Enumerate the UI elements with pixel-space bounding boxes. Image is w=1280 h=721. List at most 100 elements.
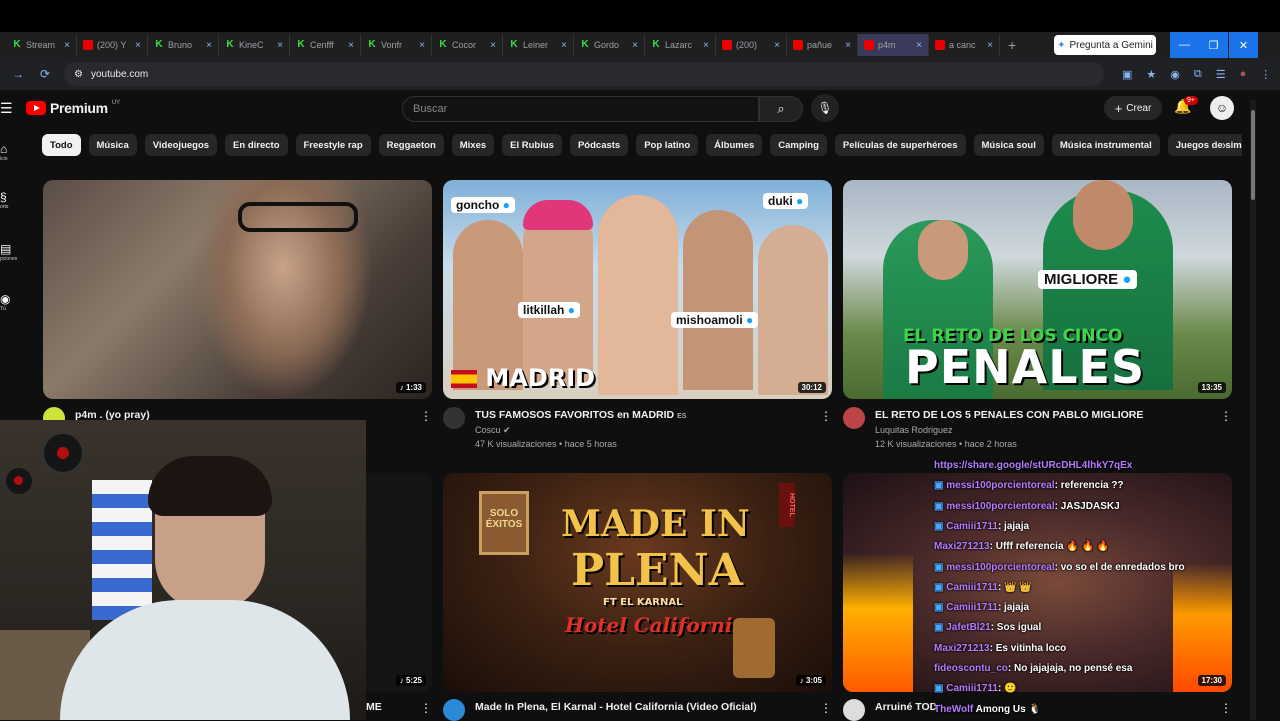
browser-tab[interactable]: K Lazarc × bbox=[645, 34, 716, 56]
sidebar-item[interactable]: ◉ Tú bbox=[0, 292, 24, 312]
chat-username[interactable]: Camiii1711 bbox=[946, 521, 998, 532]
close-tab-icon[interactable]: × bbox=[490, 40, 496, 51]
filter-chip[interactable]: En directo bbox=[225, 134, 288, 156]
channel-name[interactable]: Luquitas Rodriguez bbox=[875, 425, 953, 435]
channel-name[interactable]: Coscu ✔ bbox=[475, 425, 511, 436]
browser-tab[interactable]: p4m × bbox=[858, 34, 929, 56]
maximize-button[interactable]: ❐ bbox=[1199, 32, 1228, 58]
close-tab-icon[interactable]: × bbox=[419, 40, 425, 51]
chat-username[interactable]: fideoscontu_co bbox=[934, 663, 1008, 674]
chat-username[interactable]: Maxi271213 bbox=[934, 541, 990, 552]
filter-chip[interactable]: Mixes bbox=[451, 134, 495, 156]
channel-avatar[interactable] bbox=[443, 699, 465, 721]
browser-tab[interactable]: K Cenfff × bbox=[290, 34, 361, 56]
filter-chip[interactable]: Reggaeton bbox=[378, 134, 444, 156]
channel-avatar[interactable] bbox=[443, 407, 465, 429]
voice-search-button[interactable]: 🎙 bbox=[811, 94, 839, 122]
forward-icon[interactable]: → bbox=[12, 67, 28, 81]
sidebar-item[interactable]: ▤ pciones bbox=[0, 242, 24, 262]
video-title[interactable]: Made In Plena, El Karnal - Hotel Califor… bbox=[475, 701, 757, 713]
site-info-icon[interactable]: ⚙ bbox=[74, 69, 83, 80]
close-tab-icon[interactable]: × bbox=[561, 40, 567, 51]
close-tab-icon[interactable]: × bbox=[632, 40, 638, 51]
reload-icon[interactable]: ⟳ bbox=[40, 67, 56, 81]
filter-chip[interactable]: Pop latino bbox=[636, 134, 699, 156]
browser-tab[interactable]: K Bruno × bbox=[148, 34, 219, 56]
browser-tab[interactable]: K Stream × bbox=[6, 34, 77, 56]
filter-chip[interactable]: Música soul bbox=[973, 134, 1044, 156]
close-window-button[interactable]: ✕ bbox=[1229, 32, 1258, 58]
filter-chip[interactable]: Freestyle rap bbox=[295, 134, 371, 156]
browser-tab[interactable]: (200) × bbox=[716, 34, 787, 56]
channel-avatar[interactable] bbox=[843, 407, 865, 429]
filter-chip[interactable]: Juegos de simulación de bbox=[1167, 134, 1242, 156]
sidebar-item[interactable]: § orts bbox=[0, 190, 24, 210]
filter-chip[interactable]: Música bbox=[88, 134, 137, 156]
close-tab-icon[interactable]: × bbox=[987, 40, 993, 51]
filter-chip[interactable]: Pódcasts bbox=[569, 134, 629, 156]
close-tab-icon[interactable]: × bbox=[64, 40, 70, 51]
chevron-right-icon[interactable]: › bbox=[1222, 138, 1226, 152]
video-title[interactable]: TUS FAMOSOS FAVORITOS en MADRID ES bbox=[475, 409, 686, 421]
chat-username[interactable]: messi100porcientoreal bbox=[946, 501, 1054, 512]
chat-username[interactable]: Camiii1711 bbox=[946, 582, 998, 593]
avatar[interactable]: ☺ bbox=[1210, 96, 1234, 120]
reading-list-icon[interactable]: ☰ bbox=[1216, 68, 1226, 81]
chat-username[interactable]: Camiii1711 bbox=[946, 602, 998, 613]
browser-tab[interactable]: pañue × bbox=[787, 34, 858, 56]
more-options-icon[interactable]: ⋮ bbox=[1220, 409, 1232, 423]
chat-username[interactable]: JafetBl21 bbox=[946, 622, 990, 633]
bookmark-star-icon[interactable]: ★ bbox=[1146, 68, 1156, 81]
browser-tab[interactable]: K Leiner × bbox=[503, 34, 574, 56]
media-icon[interactable]: ◉ bbox=[1170, 68, 1180, 81]
close-tab-icon[interactable]: × bbox=[206, 40, 212, 51]
extensions-icon[interactable]: ⧉ bbox=[1194, 68, 1202, 81]
filter-chip[interactable]: El Rubius bbox=[502, 134, 562, 156]
video-thumbnail[interactable]: SOLO ÉXITOS HOTEL MADE IN PLENA FT EL KA… bbox=[443, 473, 832, 692]
chat-username[interactable]: messi100porcientoreal bbox=[946, 562, 1054, 573]
close-tab-icon[interactable]: × bbox=[916, 40, 922, 51]
url-field[interactable]: ⚙ youtube.com bbox=[64, 62, 1104, 86]
video-thumbnail[interactable]: MIGLIORE ● EL RETO DE LOS CINCO PENALES … bbox=[843, 180, 1232, 399]
cast-icon[interactable]: ▣ bbox=[1122, 68, 1132, 81]
chat-username[interactable]: Maxi271213 bbox=[934, 643, 990, 654]
close-tab-icon[interactable]: × bbox=[135, 40, 141, 51]
filter-chip[interactable]: Videojuegos bbox=[144, 134, 218, 156]
video-title[interactable]: EL RETO DE LOS 5 PENALES CON PABLO MIGLI… bbox=[875, 409, 1143, 421]
scrollbar-thumb[interactable] bbox=[1251, 110, 1255, 200]
browser-tab[interactable]: K Cocor × bbox=[432, 34, 503, 56]
close-tab-icon[interactable]: × bbox=[348, 40, 354, 51]
profile-icon[interactable]: ● bbox=[1240, 68, 1247, 81]
browser-tab[interactable]: K Gordo × bbox=[574, 34, 645, 56]
chat-link[interactable]: https://share.google/stURcDHL4lhkY7qEx bbox=[934, 460, 1132, 471]
minimize-button[interactable]: — bbox=[1170, 32, 1199, 58]
chat-username[interactable]: TheWolf bbox=[934, 704, 973, 715]
filter-chip[interactable]: Todo bbox=[42, 134, 81, 156]
chat-username[interactable]: Camiii1711 bbox=[946, 683, 998, 694]
menu-icon[interactable]: ⋮ bbox=[1260, 68, 1271, 81]
filter-chip[interactable]: Música instrumental bbox=[1051, 134, 1160, 156]
more-options-icon[interactable]: ⋮ bbox=[420, 701, 432, 715]
close-tab-icon[interactable]: × bbox=[277, 40, 283, 51]
filter-chip[interactable]: Camping bbox=[770, 134, 827, 156]
menu-hamburger-icon[interactable]: ☰ bbox=[0, 100, 13, 117]
video-title[interactable]: ME bbox=[366, 701, 382, 713]
video-thumbnail[interactable]: ♪ 1:33 bbox=[43, 180, 432, 399]
video-thumbnail[interactable]: goncho ● duki ● litkillah ● mishoamoli ●… bbox=[443, 180, 832, 399]
close-tab-icon[interactable]: × bbox=[703, 40, 709, 51]
filter-chip[interactable]: Álbumes bbox=[706, 134, 763, 156]
filter-chip[interactable]: Películas de superhéroes bbox=[834, 134, 966, 156]
search-input[interactable]: Buscar bbox=[402, 96, 759, 122]
browser-tab[interactable]: a canc × bbox=[929, 34, 1000, 56]
more-options-icon[interactable]: ⋮ bbox=[420, 409, 432, 423]
browser-tab[interactable]: K KineC × bbox=[219, 34, 290, 56]
video-title[interactable]: Arruiné TOD bbox=[875, 701, 937, 713]
youtube-logo[interactable]: Premium UY bbox=[26, 100, 120, 116]
new-tab-icon[interactable]: + bbox=[1000, 37, 1024, 53]
close-tab-icon[interactable]: × bbox=[845, 40, 851, 51]
more-options-icon[interactable]: ⋮ bbox=[820, 409, 832, 423]
create-button[interactable]: + Crear bbox=[1104, 96, 1162, 120]
channel-avatar[interactable] bbox=[843, 699, 865, 721]
gemini-button[interactable]: ✦ Pregunta a Gemini bbox=[1054, 35, 1156, 55]
sidebar-item[interactable]: ⌂ icio bbox=[0, 142, 24, 162]
